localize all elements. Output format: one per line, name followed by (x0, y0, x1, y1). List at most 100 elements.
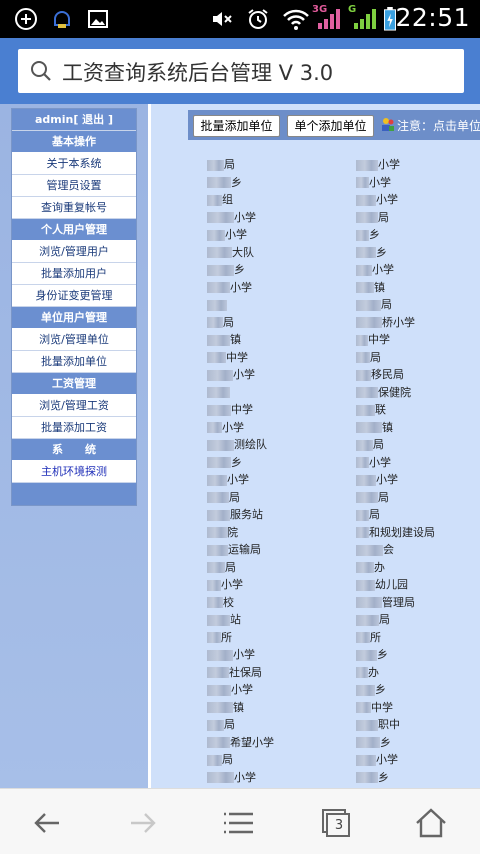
wifi-icon (283, 9, 309, 30)
unit-name-suffix: 办 (374, 560, 385, 574)
single-add-unit-button[interactable]: 单个添加单位 (287, 115, 374, 137)
unit-name-suffix: 乡 (378, 770, 389, 784)
app-notification-icon (54, 11, 70, 28)
unit-list-item: 局 (207, 751, 357, 769)
menu-footer (12, 483, 136, 505)
redacted-name (207, 544, 228, 556)
redacted-name (207, 212, 234, 223)
add-circle-icon (15, 8, 37, 30)
redacted-name (356, 369, 371, 381)
redacted-name (207, 632, 221, 643)
redacted-name (207, 352, 226, 363)
menu-item-host-probe[interactable]: 主机环境探测 (12, 461, 136, 483)
unit-name-suffix: 小学 (376, 193, 398, 206)
menu-item-batch-add-units[interactable]: 批量添加单位 (12, 351, 136, 373)
menu-item-about[interactable]: 关于本系统 (12, 153, 136, 175)
unit-name-suffix: 局 (378, 210, 389, 224)
unit-list-item: 站 (207, 611, 357, 629)
redacted-name (207, 562, 225, 573)
unit-name-suffix: 小学 (233, 368, 255, 381)
unit-list-item: 会 (356, 541, 480, 559)
url-input[interactable]: 工资查询系统后台管理 V 3.0 (18, 49, 464, 93)
unit-list-item: 局 (207, 559, 357, 577)
menu-item-id-card-change[interactable]: 身份证变更管理 (12, 285, 136, 307)
menu-list-icon[interactable] (221, 805, 257, 841)
unit-name-suffix: 大队 (232, 245, 254, 259)
unit-name-suffix: 管理局 (382, 595, 415, 609)
unit-list-item: 社保局 (207, 664, 357, 682)
redacted-name (356, 597, 382, 608)
menu-item-duplicate-accounts[interactable]: 查询重复帐号 (12, 197, 136, 219)
unit-name-suffix: 和规划建设局 (369, 525, 435, 539)
unit-name-suffix: 乡 (369, 228, 380, 241)
unit-name-suffix: 局 (378, 490, 389, 504)
menu-item-browse-users[interactable]: 浏览/管理用户 (12, 241, 136, 263)
home-icon[interactable] (413, 805, 449, 841)
unit-list-item: 局 (207, 156, 357, 174)
unit-name-suffix: 职中 (378, 718, 400, 731)
redacted-name (207, 177, 231, 188)
redacted-name (356, 159, 378, 171)
redacted-name (207, 387, 230, 398)
unit-name-suffix: 小学 (378, 158, 400, 171)
tab-count: 3 (334, 818, 344, 833)
unit-name-suffix: 局 (369, 508, 380, 521)
redacted-name (356, 492, 378, 503)
redacted-name (207, 457, 231, 468)
batch-add-unit-button[interactable]: 批量添加单位 (193, 115, 280, 137)
redacted-name (207, 509, 230, 521)
unit-list-item: 局 (356, 209, 480, 227)
unit-name-suffix: 乡 (234, 263, 245, 276)
redacted-name (356, 527, 369, 538)
redacted-name (356, 772, 378, 783)
menu-section-personal-users: 个人用户管理 (12, 219, 136, 241)
redacted-name (207, 229, 225, 241)
unit-list-item: 乡 (356, 769, 480, 787)
unit-list-item: 小学 (207, 209, 357, 227)
tabs-button[interactable]: 3 (318, 805, 354, 841)
status-bar: 3G G 22:51 (0, 0, 480, 38)
back-arrow-icon[interactable] (29, 805, 65, 841)
redacted-name (356, 247, 376, 258)
redacted-name (356, 562, 374, 573)
unit-list-item: 和规划建设局 (356, 524, 480, 542)
redacted-name (207, 159, 224, 171)
unit-name-suffix: 小学 (227, 473, 249, 486)
redacted-name (207, 614, 230, 626)
menu-item-browse-units[interactable]: 浏览/管理单位 (12, 329, 136, 351)
redacted-name (356, 264, 372, 276)
unit-list-item: 办 (356, 664, 480, 682)
menu-item-admin-settings[interactable]: 管理员设置 (12, 175, 136, 197)
menu-item-batch-add-salary[interactable]: 批量添加工资 (12, 417, 136, 439)
unit-name-suffix: 中学 (226, 350, 248, 364)
redacted-name (207, 369, 233, 381)
redacted-name (207, 702, 233, 713)
redacted-name (207, 492, 229, 503)
unit-name-suffix: 镇 (374, 280, 385, 294)
redacted-name (356, 457, 369, 468)
redacted-name (356, 177, 369, 188)
unit-list-item: 联 (356, 401, 480, 419)
admin-logout-link[interactable]: admin[ 退出 ] (12, 109, 136, 131)
unit-list-item: 校 (207, 594, 357, 612)
unit-list-item: 乡 (356, 646, 480, 664)
unit-list-item: 乡 (356, 734, 480, 752)
network-3g-label: 3G (312, 4, 328, 15)
unit-name-suffix: 局 (223, 315, 234, 329)
unit-name-suffix: 局 (229, 490, 240, 504)
redacted-name (207, 404, 231, 416)
unit-name-suffix: 小学 (376, 473, 398, 486)
menu-item-browse-salary[interactable]: 浏览/管理工资 (12, 395, 136, 417)
redacted-name (207, 649, 233, 661)
redacted-name (356, 352, 370, 363)
menu-item-batch-add-users[interactable]: 批量添加用户 (12, 263, 136, 285)
unit-list-item: 小学 (356, 454, 480, 472)
unit-name-suffix: 局 (222, 753, 233, 766)
unit-list-item: 小学 (207, 681, 357, 699)
unit-list-item: 小学 (356, 751, 480, 769)
unit-list-item: 小学 (356, 174, 480, 192)
redacted-name (356, 544, 383, 556)
forward-arrow-icon[interactable] (125, 805, 161, 841)
unit-list-item: 小学 (207, 576, 357, 594)
unit-list-item (207, 296, 357, 314)
